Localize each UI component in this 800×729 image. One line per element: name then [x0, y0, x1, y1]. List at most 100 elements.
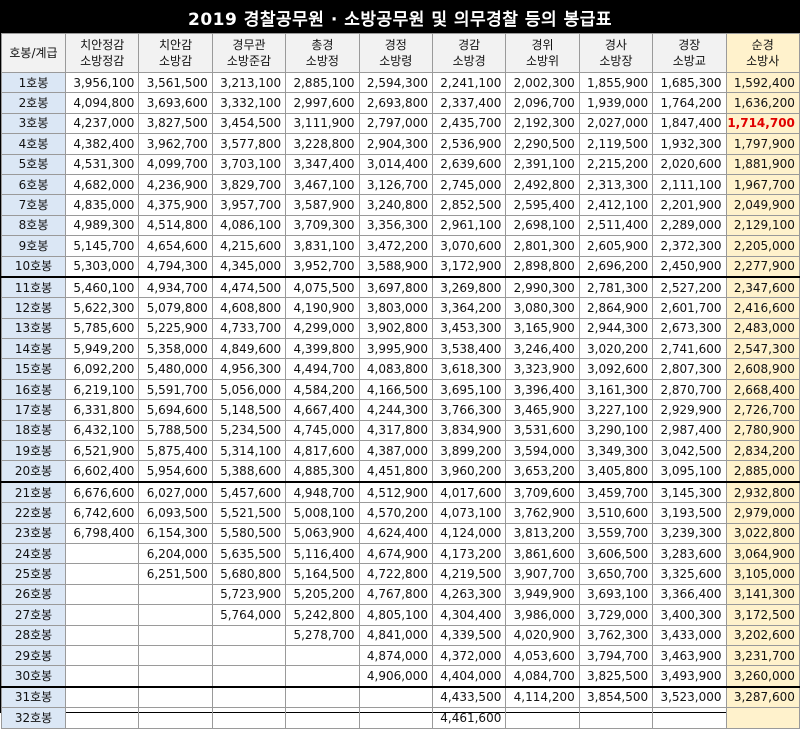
step-cell: 32호봉 — [1, 707, 66, 729]
salary-cell: 3,064,900 — [725, 542, 800, 565]
salary-cell: 2,693,800 — [358, 92, 433, 114]
header-rank-1: 치안감 소방감 — [138, 33, 213, 73]
step-cell: 3호봉 — [1, 112, 66, 135]
salary-cell: 3,995,900 — [358, 338, 433, 360]
step-cell: 6호봉 — [1, 173, 66, 196]
salary-cell: 2,904,300 — [358, 133, 433, 155]
salary-cell: 2,119,500 — [578, 133, 654, 155]
salary-cell: 5,694,600 — [138, 399, 213, 421]
salary-cell: 3,332,100 — [211, 92, 287, 114]
salary-cell: 2,205,000 — [725, 235, 800, 257]
salary-cell: 3,825,500 — [578, 665, 654, 688]
salary-cell: 2,129,100 — [725, 214, 800, 237]
salary-cell: 2,745,000 — [431, 173, 507, 196]
salary-cell: 3,092,600 — [578, 358, 654, 380]
salary-cell — [358, 685, 433, 709]
table-row: 11호봉 5,460,100 4,934,700 4,474,500 4,075,500… — [1, 275, 800, 299]
step-cell: 30호봉 — [1, 665, 66, 688]
salary-cell: 3,766,300 — [431, 399, 507, 421]
salary-cell: 2,020,600 — [652, 153, 727, 175]
salary-cell: 3,709,600 — [505, 480, 580, 504]
salary-cell: 2,412,100 — [578, 194, 654, 216]
table-row: 21호봉 6,676,600 6,027,000 5,457,600 4,948,700… — [1, 480, 800, 504]
step-cell: 9호봉 — [1, 235, 66, 257]
salary-cell: 2,111,100 — [652, 173, 727, 196]
rank-name-fire: 소방준감 — [226, 54, 272, 68]
salary-cell: 2,801,300 — [505, 235, 580, 257]
table-row: 17호봉 6,331,800 5,694,600 5,148,500 4,667,400… — [1, 399, 800, 421]
step-cell: 10호봉 — [1, 255, 66, 278]
rank-name-police: 경무관 — [232, 38, 266, 52]
salary-cell: 2,741,600 — [652, 338, 727, 360]
salary-cell: 6,092,200 — [64, 358, 140, 380]
salary-cell: 3,356,300 — [358, 214, 433, 237]
salary-cell: 5,145,700 — [64, 235, 140, 257]
salary-cell: 1,932,300 — [652, 133, 727, 155]
table-row: 19호봉 6,521,900 5,875,400 5,314,100 4,817,600… — [1, 440, 800, 462]
salary-cell: 4,906,000 — [358, 665, 433, 688]
salary-cell: 2,696,200 — [578, 255, 654, 278]
salary-cell: 1,855,900 — [578, 71, 654, 94]
salary-cell: 4,114,200 — [505, 685, 580, 709]
salary-cell: 6,521,900 — [64, 440, 140, 462]
salary-cell: 3,400,300 — [652, 604, 727, 626]
salary-cell: 2,483,000 — [725, 317, 800, 340]
salary-cell: 2,450,900 — [652, 255, 727, 278]
salary-cell: 4,722,800 — [358, 563, 433, 585]
salary-cell: 3,957,700 — [211, 194, 287, 216]
salary-cell: 5,764,000 — [211, 604, 287, 626]
salary-cell: 3,042,500 — [652, 440, 727, 462]
salary-cell: 2,898,800 — [505, 255, 580, 278]
salary-cell: 4,173,200 — [431, 542, 507, 565]
header-rank-6: 경위 소방위 — [505, 33, 580, 73]
rank-name-police: 경정 — [384, 38, 407, 52]
step-cell: 12호봉 — [1, 297, 66, 319]
salary-cell: 3,697,800 — [358, 275, 433, 299]
salary-cell: 4,124,000 — [431, 522, 507, 544]
salary-cell: 2,049,900 — [725, 194, 800, 216]
salary-cell: 3,472,200 — [358, 235, 433, 257]
salary-cell: 1,636,200 — [725, 92, 800, 114]
salary-cell: 2,511,400 — [578, 214, 654, 237]
salary-cell: 4,236,900 — [138, 173, 213, 196]
salary-cell: 2,435,700 — [431, 112, 507, 135]
salary-cell: 2,002,300 — [505, 71, 580, 94]
salary-cell: 5,314,100 — [211, 440, 287, 462]
salary-cell — [64, 563, 140, 585]
rank-name-police: 경장 — [678, 38, 701, 52]
salary-cell: 3,618,300 — [431, 358, 507, 380]
salary-cell: 4,531,300 — [64, 153, 140, 175]
salary-cell: 3,020,200 — [578, 338, 654, 360]
salary-cell: 4,215,600 — [211, 235, 287, 257]
salary-cell: 5,063,900 — [285, 522, 360, 544]
salary-cell: 4,094,800 — [64, 92, 140, 114]
salary-cell — [64, 685, 140, 709]
step-cell: 17호봉 — [1, 399, 66, 421]
salary-cell — [285, 644, 360, 667]
step-cell: 27호봉 — [1, 604, 66, 626]
salary-cell: 4,682,000 — [64, 173, 140, 196]
salary-cell: 3,829,700 — [211, 173, 287, 196]
salary-table-sheet: 2019 경찰공무원 · 소방공무원 및 의무경찰 등의 봉급표 호봉/계급 치… — [0, 0, 800, 729]
salary-cell: 5,622,300 — [64, 297, 140, 319]
salary-cell: 4,237,000 — [64, 112, 140, 135]
salary-cell: 4,767,800 — [358, 583, 433, 606]
step-cell: 13호봉 — [1, 317, 66, 340]
salary-cell: 6,331,800 — [64, 399, 140, 421]
salary-cell: 3,454,500 — [211, 112, 287, 135]
salary-cell: 3,364,200 — [431, 297, 507, 319]
salary-cell: 3,396,400 — [505, 378, 580, 401]
salary-cell: 3,145,300 — [652, 480, 727, 504]
salary-cell: 3,813,200 — [505, 522, 580, 544]
table-row: 2호봉 4,094,800 3,693,600 3,332,100 2,997,600 2… — [1, 92, 800, 114]
table-row: 5호봉 4,531,300 4,099,700 3,703,100 3,347,400 3… — [1, 153, 800, 175]
salary-cell: 3,653,200 — [505, 460, 580, 483]
salary-cell: 4,956,300 — [211, 358, 287, 380]
salary-cell: 2,277,900 — [725, 255, 800, 278]
salary-cell: 4,674,900 — [358, 542, 433, 565]
salary-cell: 2,337,400 — [431, 92, 507, 114]
salary-cell: 5,954,600 — [138, 460, 213, 483]
salary-cell: 2,979,000 — [725, 502, 800, 524]
salary-cell: 3,141,300 — [725, 583, 800, 606]
salary-cell: 2,885,000 — [725, 460, 800, 483]
